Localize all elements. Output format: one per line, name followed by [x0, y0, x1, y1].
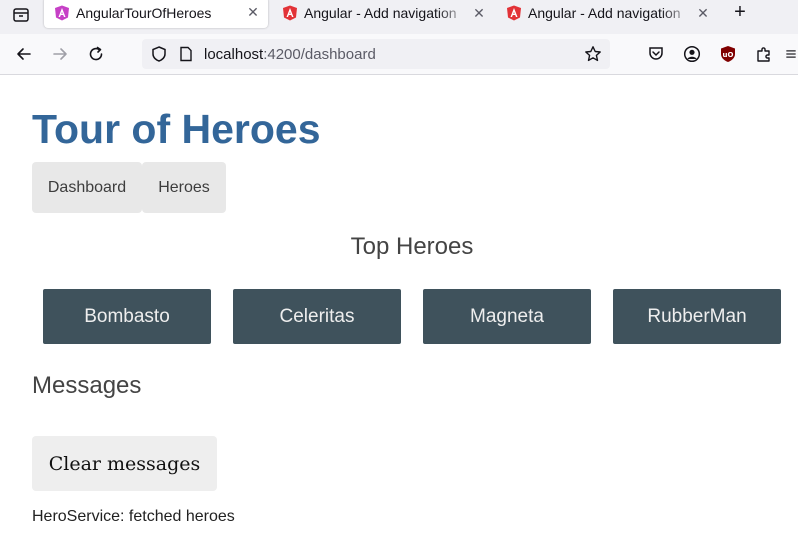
hero-card[interactable]: Magneta — [423, 289, 591, 344]
angular-icon — [507, 5, 521, 21]
angular-icon — [283, 5, 297, 21]
extensions-icon[interactable] — [753, 43, 775, 65]
url-host: localhost — [204, 45, 264, 63]
back-icon[interactable] — [12, 42, 36, 66]
forward-icon[interactable] — [48, 42, 72, 66]
browser-tab[interactable]: Angular - Add navigation ✕ — [272, 0, 494, 26]
page-icon[interactable] — [178, 46, 194, 62]
new-tab-icon[interactable]: + — [728, 2, 752, 24]
browser-toolbar: localhost:4200/dashboard uO — [0, 34, 798, 75]
url-path: :4200/dashboard — [263, 45, 376, 63]
menu-icon[interactable] — [784, 43, 798, 65]
browser-tab-active[interactable]: AngularTourOfHeroes ✕ — [44, 0, 268, 28]
close-tab-icon[interactable]: ✕ — [244, 4, 262, 21]
angular-icon — [55, 5, 69, 20]
shield-icon[interactable] — [150, 45, 168, 63]
pocket-icon[interactable] — [645, 43, 667, 65]
hero-card[interactable]: RubberMan — [613, 289, 781, 344]
address-bar[interactable]: localhost:4200/dashboard — [142, 39, 610, 69]
bookmark-star-icon[interactable] — [584, 45, 602, 63]
reload-icon[interactable] — [84, 42, 108, 66]
hero-card[interactable]: Celeritas — [233, 289, 401, 344]
tab-title: AngularTourOfHeroes — [76, 4, 212, 21]
svg-text:uO: uO — [723, 51, 734, 59]
ublock-origin-icon[interactable]: uO — [717, 43, 739, 65]
page-title: Tour of Heroes — [32, 106, 321, 152]
account-icon[interactable] — [681, 43, 703, 65]
tab-title: Angular - Add navigation — [304, 5, 457, 21]
browser-tab-bar: AngularTourOfHeroes ✕ Angular - Add navi… — [0, 0, 798, 34]
close-tab-icon[interactable]: ✕ — [470, 5, 488, 22]
hero-card[interactable]: Bombasto — [43, 289, 211, 344]
nav-link-dashboard[interactable]: Dashboard — [32, 162, 142, 213]
nav-link-heroes[interactable]: Heroes — [142, 162, 226, 213]
tab-overview-icon[interactable] — [10, 4, 32, 26]
clear-messages-button[interactable]: Clear messages — [32, 436, 217, 491]
message-item: HeroService: fetched heroes — [32, 508, 235, 525]
messages-heading: Messages — [32, 372, 142, 399]
browser-tab[interactable]: Angular - Add navigation ✕ — [496, 0, 718, 26]
tab-title: Angular - Add navigation — [528, 5, 681, 21]
close-tab-icon[interactable]: ✕ — [694, 5, 712, 22]
top-heroes-heading: Top Heroes — [350, 233, 474, 260]
